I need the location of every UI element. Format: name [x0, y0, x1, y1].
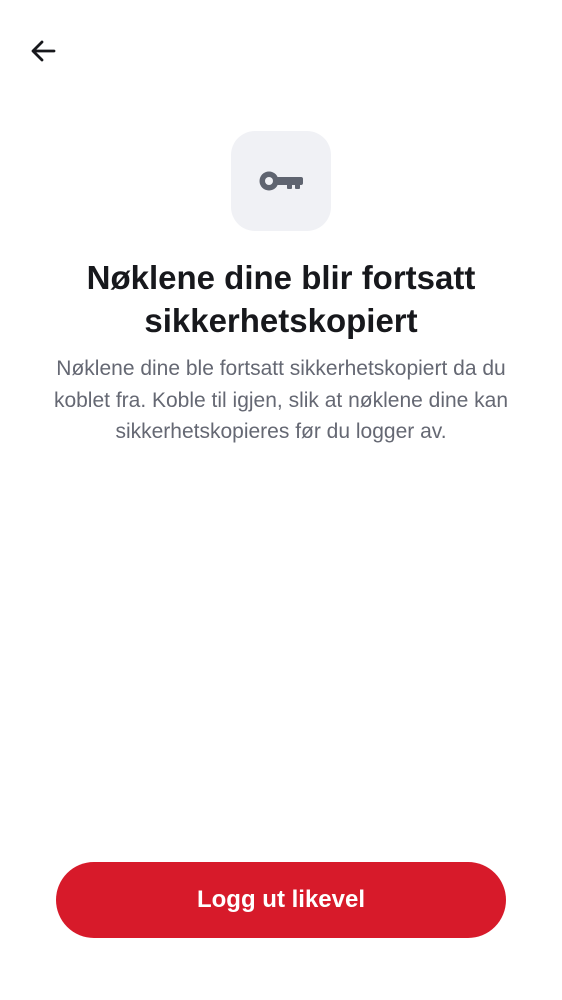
page-title: Nøklene dine blir fortsatt sikkerhetskop… — [86, 259, 476, 339]
logout-anyway-button[interactable]: Logg ut likevel — [56, 862, 506, 938]
page-description: Nøklene dine ble fortsatt sikkerhetskopi… — [53, 357, 509, 443]
key-icon — [259, 171, 303, 191]
arrow-left-icon — [31, 40, 56, 62]
key-icon-tile — [231, 131, 331, 231]
key-backup-screen: Nøklene dine blir fortsatt sikkerhetskop… — [0, 0, 562, 1000]
back-button[interactable] — [22, 30, 64, 72]
